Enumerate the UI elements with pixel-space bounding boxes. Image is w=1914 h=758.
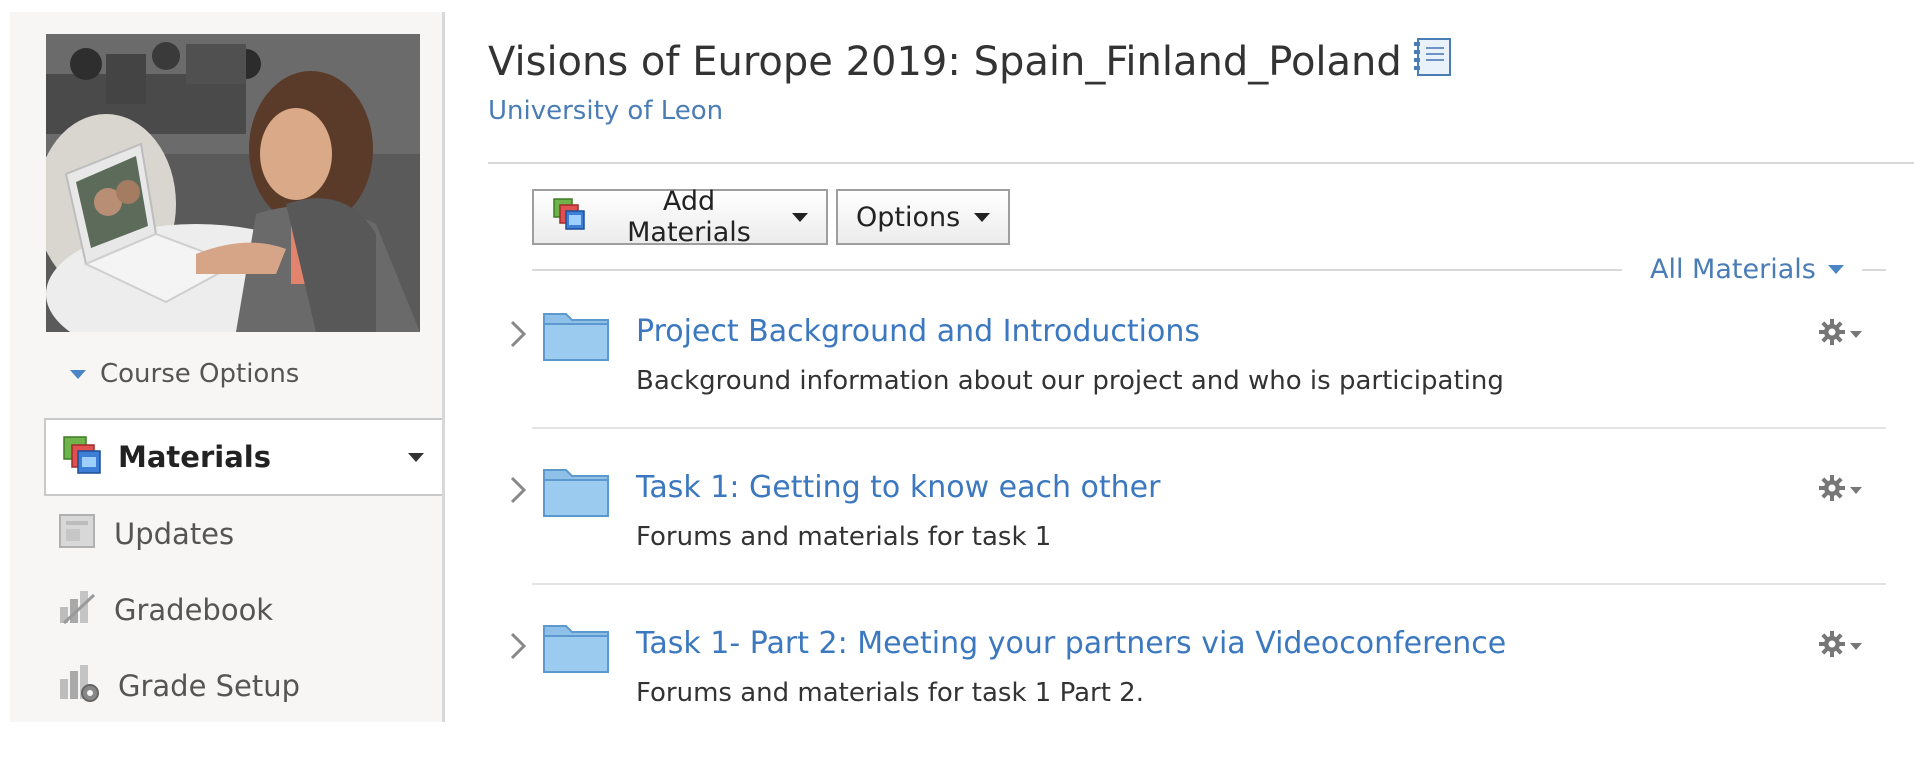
sidebar-item-gradebook[interactable]: Gradebook xyxy=(58,582,438,638)
material-description: Forums and materials for task 1 xyxy=(636,522,1052,552)
folder-icon xyxy=(542,464,610,522)
materials-icon xyxy=(62,435,102,479)
material-description: Background information about our project… xyxy=(636,366,1504,396)
material-row: Task 1: Getting to know each other Forum… xyxy=(500,448,1886,602)
course-options-label: Course Options xyxy=(100,359,300,389)
material-title-link[interactable]: Project Background and Introductions xyxy=(636,314,1200,349)
course-options-toggle[interactable]: Course Options xyxy=(70,354,299,394)
chevron-right-icon[interactable] xyxy=(506,626,532,666)
sidebar-item-label: Materials xyxy=(118,440,271,474)
material-title-link[interactable]: Task 1- Part 2: Meeting your partners vi… xyxy=(636,626,1506,661)
triangle-down-icon xyxy=(70,369,86,379)
gradebook-icon xyxy=(58,587,98,634)
school-link[interactable]: University of Leon xyxy=(488,96,723,126)
item-settings-menu[interactable] xyxy=(1818,474,1862,506)
sidebar-item-label: Updates xyxy=(114,517,235,551)
chevron-down-icon xyxy=(792,212,808,222)
sidebar-item-grade-setup[interactable]: Grade Setup xyxy=(58,658,438,714)
material-title-link[interactable]: Task 1: Getting to know each other xyxy=(636,470,1160,505)
add-materials-button[interactable]: Add Materials xyxy=(532,186,828,248)
chevron-down-icon[interactable] xyxy=(408,452,424,462)
left-sidebar: Course Options Materials Updates Gradebo… xyxy=(10,12,445,722)
folder-icon xyxy=(542,620,610,678)
divider xyxy=(1862,269,1886,271)
notebook-icon[interactable] xyxy=(1412,36,1454,88)
options-label: Options xyxy=(856,201,961,233)
gear-icon xyxy=(1818,630,1846,662)
material-description: Forums and materials for task 1 Part 2. xyxy=(636,678,1144,708)
chevron-right-icon[interactable] xyxy=(506,470,532,510)
divider xyxy=(488,162,1914,164)
chevron-right-icon[interactable] xyxy=(506,314,532,354)
divider xyxy=(532,583,1886,585)
add-materials-icon xyxy=(552,197,586,238)
triangle-down-icon xyxy=(1827,264,1844,274)
material-row: Project Background and Introductions Bac… xyxy=(500,292,1886,446)
folder-icon xyxy=(542,308,610,366)
chevron-down-icon xyxy=(974,212,991,222)
options-button[interactable]: Options xyxy=(836,189,1010,245)
page-title: Visions of Europe 2019: Spain_Finland_Po… xyxy=(488,34,1454,90)
gear-icon xyxy=(1818,474,1846,506)
chevron-down-icon xyxy=(1850,486,1862,494)
item-settings-menu[interactable] xyxy=(1818,630,1862,662)
course-title: Visions of Europe 2019: Spain_Finland_Po… xyxy=(488,39,1402,85)
sidebar-item-materials[interactable]: Materials xyxy=(44,418,442,496)
divider xyxy=(532,269,1622,271)
material-row: Task 1- Part 2: Meeting your partners vi… xyxy=(500,604,1886,758)
course-profile-photo[interactable] xyxy=(46,34,420,332)
divider xyxy=(532,427,1886,429)
sidebar-item-updates[interactable]: Updates xyxy=(58,506,438,562)
updates-icon xyxy=(58,511,98,558)
chevron-down-icon xyxy=(1850,330,1862,338)
sidebar-item-label: Grade Setup xyxy=(118,669,301,703)
sidebar-item-label: Gradebook xyxy=(114,593,274,627)
item-settings-menu[interactable] xyxy=(1818,318,1862,350)
grade-setup-icon xyxy=(58,663,102,710)
chevron-down-icon xyxy=(1850,642,1862,650)
add-materials-label: Add Materials xyxy=(627,186,751,248)
gear-icon xyxy=(1818,318,1846,350)
all-materials-filter[interactable]: All Materials xyxy=(1650,252,1844,286)
filter-label: All Materials xyxy=(1650,253,1816,285)
